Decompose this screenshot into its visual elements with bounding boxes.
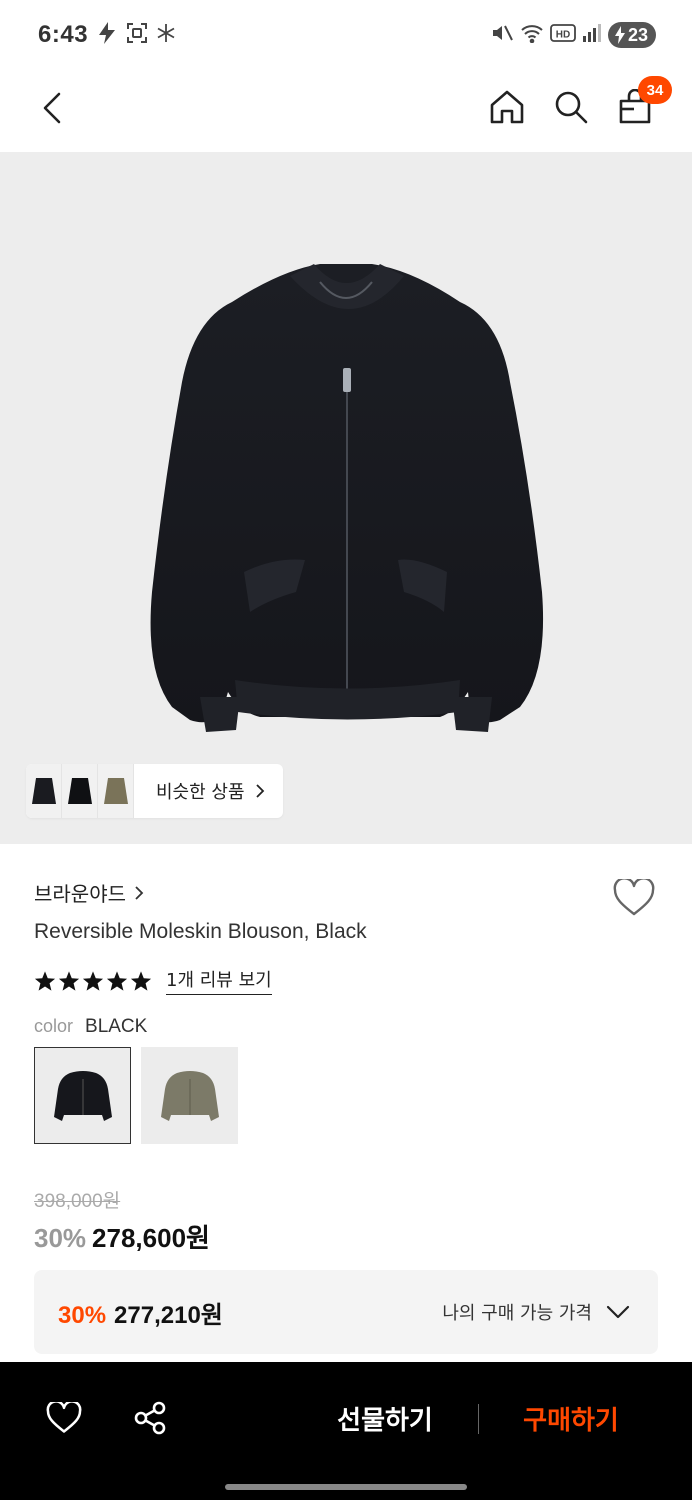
home-button[interactable]: [486, 86, 528, 128]
product-name: Reversible Moleskin Blouson, Black: [34, 920, 367, 943]
product-image[interactable]: 비슷한 상품: [0, 152, 692, 844]
buy-button[interactable]: 구매하기: [506, 1396, 636, 1440]
chevron-right-icon: [255, 784, 264, 798]
my-price-toggle: 나의 구매 가능 가격: [442, 1299, 630, 1325]
similar-products-label: 비슷한 상품: [134, 778, 283, 804]
color-swatches: [34, 1047, 238, 1144]
star-icon: [106, 970, 128, 991]
signal-icon: [582, 23, 602, 47]
top-nav: 34: [0, 70, 692, 152]
star-icon: [82, 970, 104, 991]
search-button[interactable]: [550, 86, 592, 128]
flash-icon: [96, 21, 118, 49]
charging-icon: [614, 26, 625, 44]
brand-link[interactable]: 브라운야드: [34, 878, 144, 907]
status-right: HD 23: [490, 22, 656, 48]
sale-price: 278,600원: [92, 1223, 210, 1253]
review-link[interactable]: 1개 리뷰 보기: [166, 966, 272, 995]
color-value: BLACK: [85, 1016, 148, 1037]
divider: [478, 1404, 479, 1434]
discount-rate: 30%: [34, 1223, 87, 1253]
star-icon: [34, 970, 56, 991]
hd-icon: HD: [550, 23, 576, 47]
home-indicator[interactable]: [225, 1484, 467, 1490]
cart-button[interactable]: 34: [614, 76, 672, 128]
color-key: color: [34, 1016, 74, 1036]
wifi-icon: [520, 23, 544, 47]
chevron-down-icon: [606, 1305, 630, 1319]
similar-thumb: [98, 764, 134, 818]
back-button[interactable]: [32, 88, 72, 128]
cart-count-badge: 34: [638, 76, 672, 104]
star-icon: [130, 970, 152, 991]
screenshot-icon: [126, 22, 148, 48]
battery-level: 23: [627, 24, 648, 45]
similar-thumb: [26, 764, 62, 818]
mute-icon: [490, 22, 514, 48]
original-price: 398,000원: [34, 1191, 121, 1212]
rating-row: 1개 리뷰 보기: [34, 966, 272, 995]
my-price-dropdown[interactable]: 30% 277,210원 나의 구매 가능 가격: [34, 1270, 658, 1354]
battery-indicator: 23: [607, 22, 656, 48]
my-price-values: 30% 277,210원: [58, 1295, 223, 1330]
bottom-wishlist-button[interactable]: [44, 1398, 84, 1438]
status-time: 6:43: [38, 21, 89, 48]
snowflake-icon: [156, 23, 176, 47]
similar-products-text: 비슷한 상품: [156, 782, 245, 803]
swatch-black[interactable]: [34, 1047, 131, 1144]
status-left: 6:43: [38, 21, 176, 49]
status-bar: 6:43 HD 23: [0, 0, 692, 70]
star-rating: [34, 970, 152, 992]
similar-products-button[interactable]: 비슷한 상품: [26, 764, 283, 818]
my-price-label: 나의 구매 가능 가격: [442, 1303, 592, 1324]
share-icon: [134, 1401, 166, 1435]
star-icon: [58, 970, 80, 991]
heart-icon: [613, 879, 655, 916]
chevron-right-icon: [135, 885, 144, 900]
swatch-image: [53, 1070, 112, 1121]
brand-name: 브라운야드: [34, 882, 126, 906]
my-discount-rate: 30%: [58, 1301, 107, 1329]
share-button[interactable]: [130, 1398, 170, 1438]
swatch-olive[interactable]: [141, 1047, 238, 1144]
sale-price-row: 30% 278,600원: [34, 1218, 210, 1255]
gift-button[interactable]: 선물하기: [320, 1396, 450, 1440]
bottom-action-bar: 선물하기 구매하기: [0, 1362, 692, 1500]
nav-icons: 34: [486, 76, 672, 128]
similar-thumbs: [26, 764, 134, 818]
jacket-image: [150, 264, 544, 732]
search-icon: [555, 91, 588, 124]
wishlist-button[interactable]: [612, 878, 656, 918]
my-price: 277,210원: [114, 1301, 223, 1329]
home-icon: [490, 90, 524, 124]
similar-thumb: [62, 764, 98, 818]
heart-icon: [46, 1402, 82, 1433]
chevron-left-icon: [43, 92, 61, 124]
color-row: color BLACK: [34, 1016, 147, 1038]
svg-text:HD: HD: [556, 30, 570, 41]
swatch-image: [160, 1070, 219, 1121]
